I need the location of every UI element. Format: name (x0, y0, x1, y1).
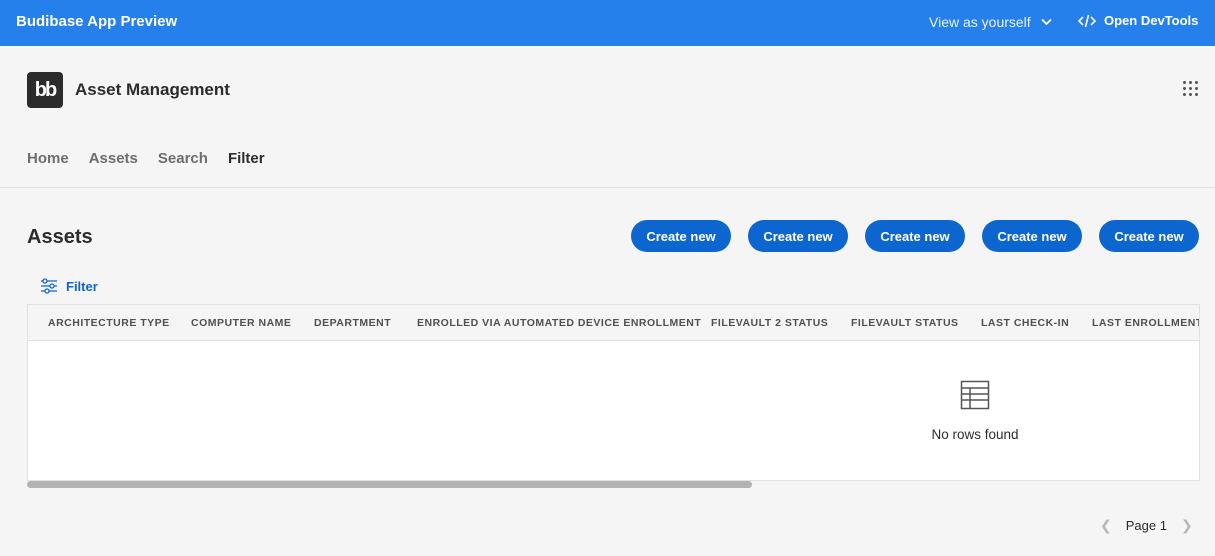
create-new-button[interactable]: Create new (631, 220, 731, 252)
page-title: Assets (27, 226, 93, 248)
devtools-label: Open DevTools (1104, 13, 1199, 28)
app-title: Asset Management (75, 80, 230, 99)
horizontal-scrollbar[interactable] (27, 481, 752, 488)
chevron-right-icon[interactable]: ❯ (1181, 517, 1193, 534)
create-new-button[interactable]: Create new (748, 220, 848, 252)
view-as-label: View as yourself (929, 14, 1031, 30)
filter-sliders-icon (41, 278, 57, 294)
code-icon (1078, 14, 1096, 27)
column-header[interactable]: LAST ENROLLMENT (1092, 317, 1199, 329)
column-header[interactable]: FILEVAULT STATUS (851, 317, 959, 329)
chevron-left-icon[interactable]: ❮ (1100, 517, 1112, 534)
table-icon (960, 380, 990, 410)
app-header: bb Asset Management Home Assets Search F… (0, 46, 1215, 188)
empty-state: No rows found (905, 380, 1045, 442)
preview-title: Budibase App Preview (16, 13, 178, 30)
filter-label: Filter (66, 278, 98, 294)
view-as-dropdown[interactable]: View as yourself (929, 14, 1052, 30)
page-label: Page 1 (1125, 518, 1167, 533)
open-devtools-button[interactable]: Open DevTools (1078, 13, 1198, 28)
column-header[interactable]: LAST CHECK-IN (981, 317, 1069, 329)
preview-topbar: Budibase App Preview View as yourself Op… (0, 0, 1215, 46)
empty-state-text: No rows found (931, 427, 1019, 442)
create-new-button[interactable]: Create new (1099, 220, 1199, 252)
app-logo[interactable]: bb (27, 72, 63, 108)
column-header[interactable]: FILEVAULT 2 STATUS (711, 317, 828, 329)
column-header[interactable]: ENROLLED VIA AUTOMATED DEVICE ENROLLMENT (417, 317, 701, 329)
nav-item-assets[interactable]: Assets (89, 150, 138, 167)
create-new-button[interactable]: Create new (982, 220, 1082, 252)
create-new-button[interactable]: Create new (865, 220, 965, 252)
nav-item-filter[interactable]: Filter (228, 150, 265, 167)
main-nav: Home Assets Search Filter (27, 150, 265, 167)
column-header[interactable]: DEPARTMENT (314, 317, 391, 329)
create-buttons: Create new Create new Create new Create … (631, 220, 1199, 252)
pagination: ❮ Page 1 ❯ (1100, 517, 1193, 534)
column-header[interactable]: COMPUTER NAME (191, 317, 291, 329)
nav-item-search[interactable]: Search (158, 150, 208, 167)
table-header: ARCHITECTURE TYPE COMPUTER NAME DEPARTME… (28, 305, 1199, 341)
chevron-down-icon (1041, 18, 1052, 26)
filter-button[interactable]: Filter (40, 278, 98, 294)
app-grid-icon[interactable] (1183, 81, 1198, 96)
nav-item-home[interactable]: Home (27, 150, 69, 167)
column-header[interactable]: ARCHITECTURE TYPE (48, 317, 170, 329)
